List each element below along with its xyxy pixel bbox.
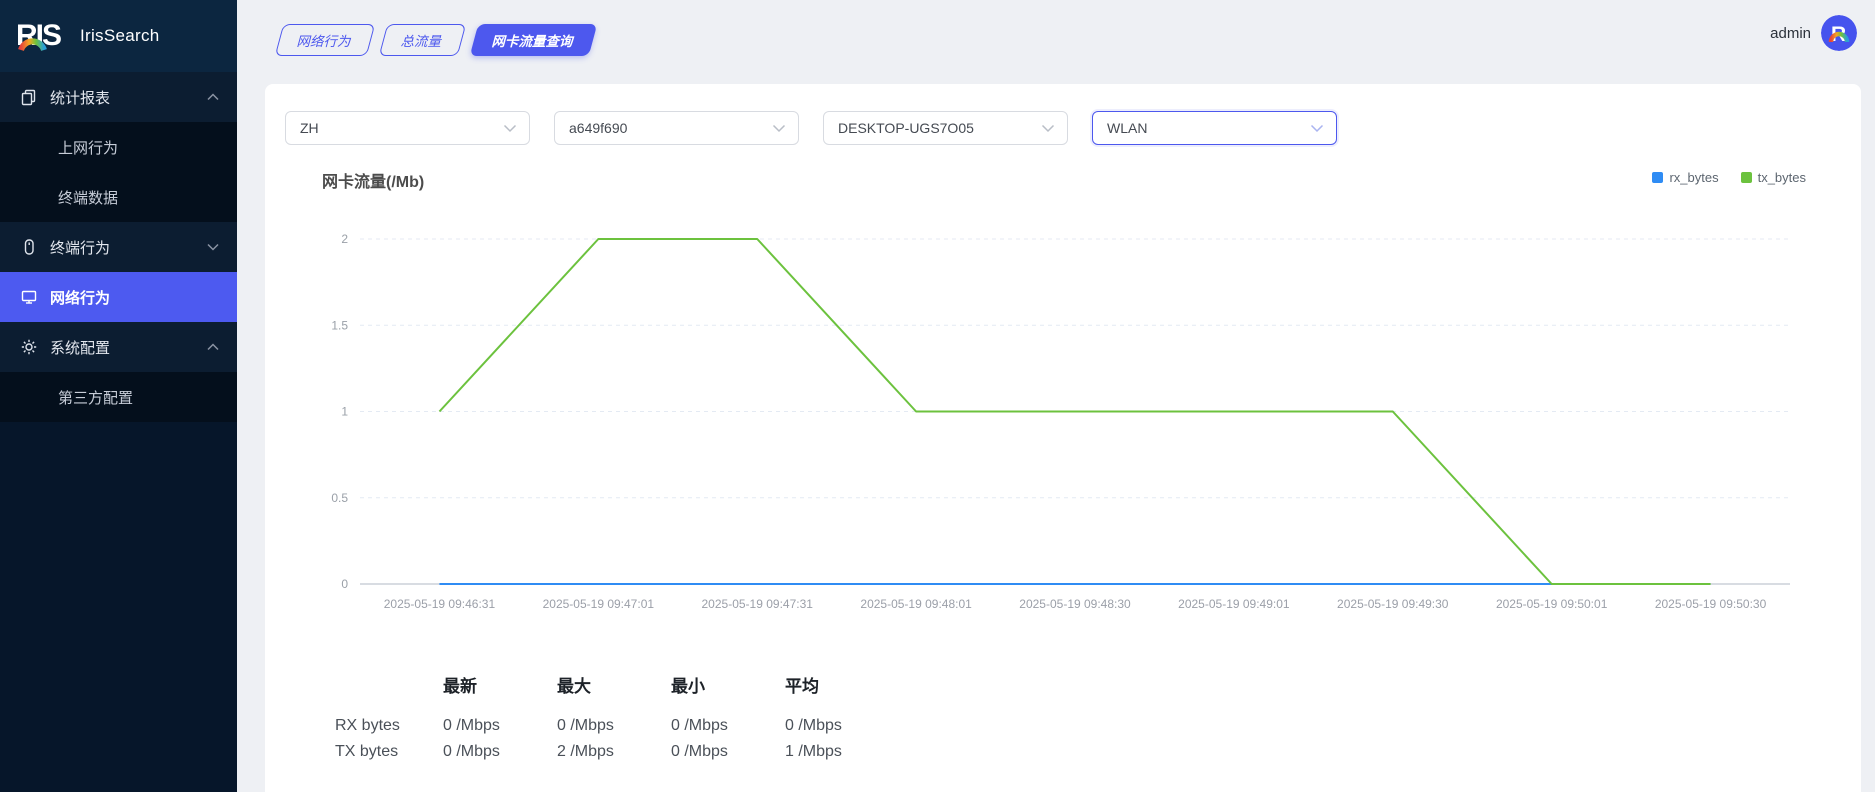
svg-text:1.5: 1.5 bbox=[331, 318, 348, 332]
gear-icon bbox=[20, 338, 38, 356]
brand-logo-icon: RIS bbox=[16, 17, 72, 55]
language-select[interactable]: ZH bbox=[285, 111, 530, 145]
tx-legend-swatch bbox=[1741, 172, 1752, 183]
tab-label: 总流量 bbox=[399, 30, 445, 50]
monitor-icon bbox=[20, 288, 38, 306]
filter-bar: ZH a649f690 DESKTOP-UGS7O05 WLAN bbox=[285, 111, 1337, 145]
summary-cell: 1 /Mbps bbox=[785, 739, 899, 765]
summary-cell: 0 /Mbps bbox=[443, 713, 557, 739]
sidebar-item-terminal-behavior[interactable]: 终端行为 bbox=[0, 222, 237, 272]
chart-area: 0 0.5 1 1.5 2 2025-05-19 09:46:31 2025-05-19 0… bbox=[280, 220, 1810, 625]
summary-cell: 0 /Mbps bbox=[671, 713, 785, 739]
chevron-down-icon bbox=[772, 124, 786, 133]
sidebar-item-label: 终端数据 bbox=[58, 187, 219, 208]
hostname-select[interactable]: DESKTOP-UGS7O05 bbox=[823, 111, 1068, 145]
sidebar-item-label: 上网行为 bbox=[58, 137, 219, 158]
summary-row-label: TX bytes bbox=[335, 739, 443, 765]
app-window: RIS IrisSearch 统计报表 上网行为 终端数据 终端行为 bbox=[0, 0, 1875, 792]
svg-text:2025-05-19 09:49:01: 2025-05-19 09:49:01 bbox=[1178, 597, 1290, 611]
sidebar-item-label: 统计报表 bbox=[50, 87, 207, 108]
chevron-up-icon bbox=[207, 343, 219, 351]
user-box: admin R bbox=[1770, 15, 1857, 51]
select-value: DESKTOP-UGS7O05 bbox=[838, 120, 1041, 136]
svg-text:2025-05-19 09:46:31: 2025-05-19 09:46:31 bbox=[384, 597, 496, 611]
summary-cell: 0 /Mbps bbox=[671, 739, 785, 765]
summary-row-label: RX bytes bbox=[335, 713, 443, 739]
mouse-icon bbox=[20, 238, 38, 256]
sidebar-item-internet-behavior[interactable]: 上网行为 bbox=[0, 122, 237, 172]
tab-label: 网络行为 bbox=[295, 30, 354, 50]
select-value: ZH bbox=[300, 120, 503, 136]
chevron-down-icon bbox=[1041, 124, 1055, 133]
summary-col-latest: 最新 bbox=[443, 672, 557, 713]
summary-col-max: 最大 bbox=[557, 672, 671, 713]
chart-title: 网卡流量(/Mb) bbox=[322, 168, 424, 192]
sidebar-item-label: 第三方配置 bbox=[58, 387, 219, 408]
username-label: admin bbox=[1770, 25, 1811, 42]
summary-cell: 2 /Mbps bbox=[557, 739, 671, 765]
sidebar-item-network-behavior[interactable]: 网络行为 bbox=[0, 272, 237, 322]
svg-text:0.5: 0.5 bbox=[331, 491, 348, 505]
brand-name: IrisSearch bbox=[80, 26, 160, 46]
summary-cell: 0 /Mbps bbox=[557, 713, 671, 739]
legend-item-rx-bytes[interactable]: rx_bytes bbox=[1652, 170, 1718, 185]
svg-text:1: 1 bbox=[341, 405, 348, 419]
summary-col-avg: 平均 bbox=[785, 672, 899, 713]
svg-text:2025-05-19 09:47:31: 2025-05-19 09:47:31 bbox=[702, 597, 814, 611]
sidebar-item-third-party-config[interactable]: 第三方配置 bbox=[0, 372, 237, 422]
svg-text:2025-05-19 09:49:30: 2025-05-19 09:49:30 bbox=[1337, 597, 1449, 611]
summary-table: 最新 最大 最小 平均 RX bytes 0 /Mbps 0 /Mbps 0 /… bbox=[335, 672, 899, 765]
sidebar-item-terminal-data[interactable]: 终端数据 bbox=[0, 172, 237, 222]
chevron-up-icon bbox=[207, 93, 219, 101]
legend-label: tx_bytes bbox=[1758, 170, 1806, 185]
user-avatar[interactable]: R bbox=[1821, 15, 1857, 51]
svg-text:2025-05-19 09:50:01: 2025-05-19 09:50:01 bbox=[1496, 597, 1608, 611]
chevron-down-icon bbox=[207, 243, 219, 251]
avatar-logo-icon: R bbox=[1821, 15, 1857, 51]
select-value: a649f690 bbox=[569, 120, 772, 136]
summary-cell: 0 /Mbps bbox=[785, 713, 899, 739]
summary-col-min: 最小 bbox=[671, 672, 785, 713]
svg-text:0: 0 bbox=[341, 577, 348, 591]
network-interface-select[interactable]: WLAN bbox=[1092, 111, 1337, 145]
sidebar-item-statistics-reports[interactable]: 统计报表 bbox=[0, 72, 237, 122]
sidebar-item-label: 终端行为 bbox=[50, 237, 207, 258]
svg-text:2025-05-19 09:48:30: 2025-05-19 09:48:30 bbox=[1019, 597, 1131, 611]
sidebar-item-label: 网络行为 bbox=[50, 287, 219, 308]
topbar: 网络行为 总流量 网卡流量查询 admin R bbox=[237, 0, 1875, 84]
legend-label: rx_bytes bbox=[1669, 170, 1718, 185]
tab-network-behavior[interactable]: 网络行为 bbox=[275, 24, 376, 56]
sidebar-item-system-config[interactable]: 系统配置 bbox=[0, 322, 237, 372]
tab-label: 网卡流量查询 bbox=[490, 30, 576, 50]
svg-text:2: 2 bbox=[341, 232, 348, 246]
tab-total-traffic[interactable]: 总流量 bbox=[379, 24, 466, 56]
chart-legend: rx_bytes tx_bytes bbox=[1652, 170, 1806, 185]
traffic-line-chart: 0 0.5 1 1.5 2 2025-05-19 09:46:31 2025-05-19 0… bbox=[280, 220, 1810, 625]
svg-text:2025-05-19 09:47:01: 2025-05-19 09:47:01 bbox=[543, 597, 655, 611]
tab-bar: 网络行为 总流量 网卡流量查询 bbox=[279, 24, 593, 56]
legend-item-tx-bytes[interactable]: tx_bytes bbox=[1741, 170, 1806, 185]
select-value: WLAN bbox=[1107, 120, 1310, 136]
content-card: ZH a649f690 DESKTOP-UGS7O05 WLAN 网卡流量(/M… bbox=[265, 84, 1861, 792]
report-icon bbox=[20, 88, 38, 106]
summary-cell: 0 /Mbps bbox=[443, 739, 557, 765]
tab-nic-traffic-query[interactable]: 网卡流量查询 bbox=[469, 24, 597, 56]
sidebar: RIS IrisSearch 统计报表 上网行为 终端数据 终端行为 bbox=[0, 0, 237, 792]
brand-logo: RIS IrisSearch bbox=[0, 0, 237, 72]
sidebar-item-label: 系统配置 bbox=[50, 337, 207, 358]
svg-text:2025-05-19 09:48:01: 2025-05-19 09:48:01 bbox=[860, 597, 972, 611]
sidebar-filler bbox=[0, 422, 237, 792]
summary-corner bbox=[335, 672, 443, 713]
rx-legend-swatch bbox=[1652, 172, 1663, 183]
main-area: 网络行为 总流量 网卡流量查询 admin R bbox=[237, 0, 1875, 792]
chevron-down-icon bbox=[1310, 124, 1324, 133]
svg-text:2025-05-19 09:50:30: 2025-05-19 09:50:30 bbox=[1655, 597, 1767, 611]
chevron-down-icon bbox=[503, 124, 517, 133]
device-id-select[interactable]: a649f690 bbox=[554, 111, 799, 145]
